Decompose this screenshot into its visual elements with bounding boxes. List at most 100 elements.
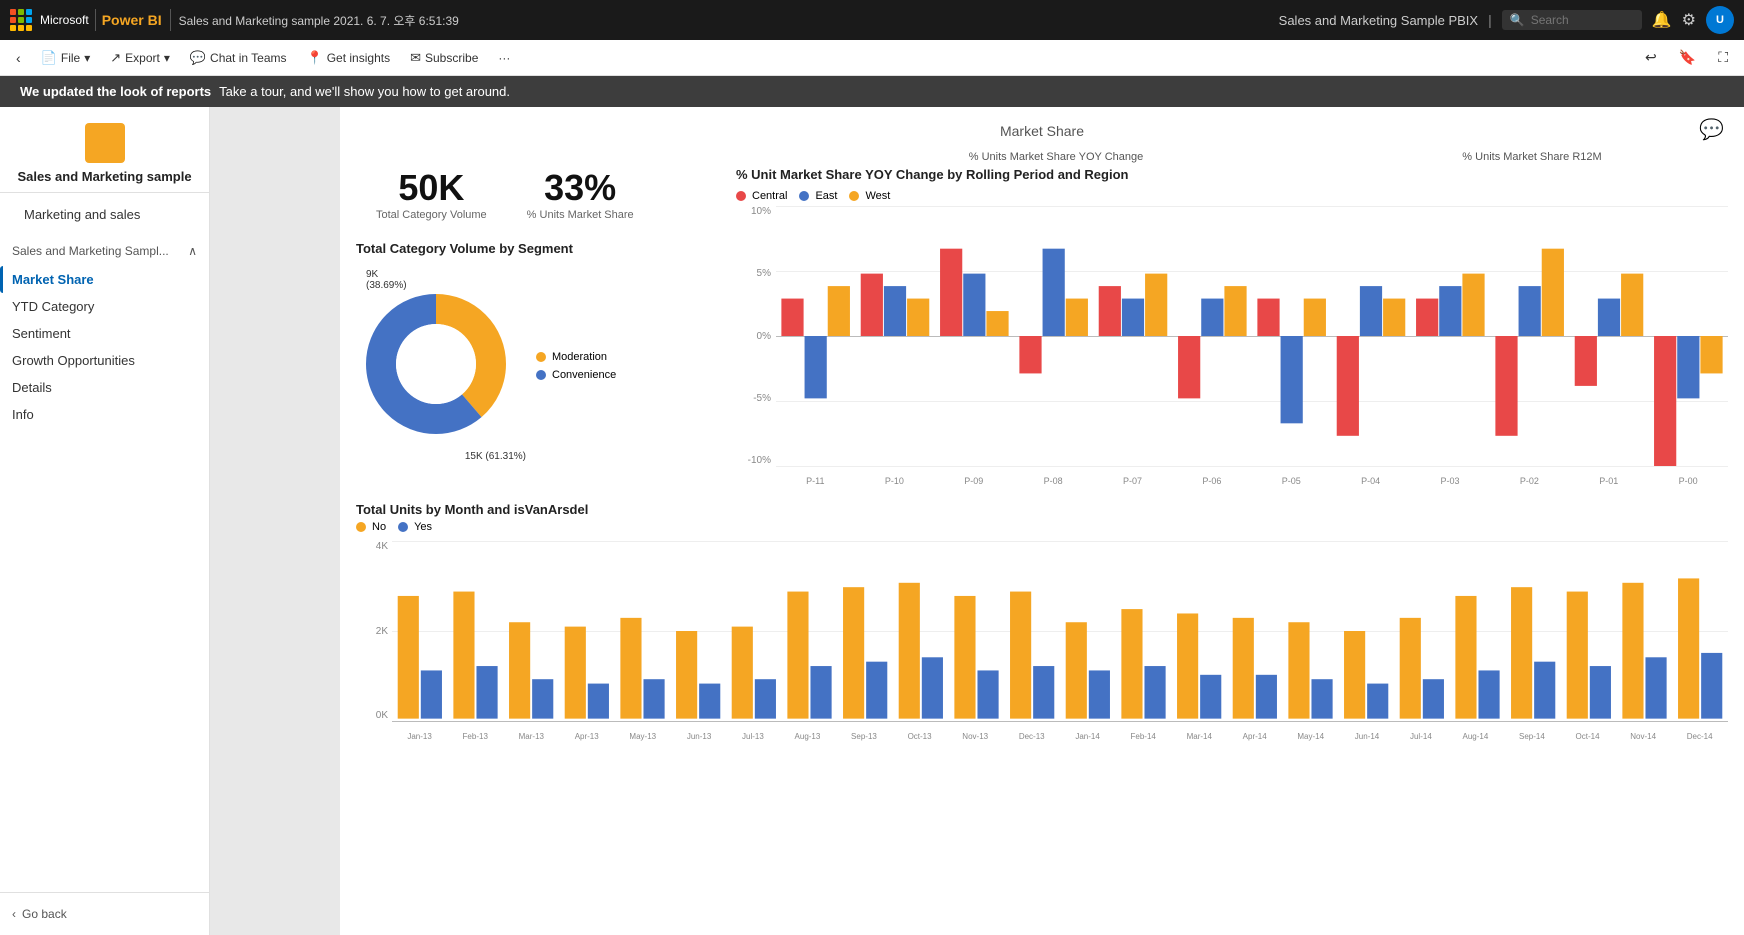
bottom-legend: No Yes <box>356 521 1728 533</box>
legend-label-no: No <box>372 521 386 533</box>
sidebar-group-header[interactable]: Sales and Marketing Sampl... ∧ <box>0 236 209 266</box>
user-avatar[interactable]: U <box>1706 6 1734 34</box>
top-bar: Microsoft Power BI Sales and Marketing s… <box>0 0 1744 40</box>
fullscreen-btn[interactable]: ⛶ <box>1710 45 1736 70</box>
report-title: Market Share <box>356 123 1728 139</box>
report-area: 💬 Market Share % Units Market Share YOY … <box>340 107 1744 935</box>
kpi-label-1: Total Category Volume <box>376 209 487 221</box>
donut-section: Total Category Volume by Segment 9K (38.… <box>356 241 716 467</box>
undo-btn[interactable]: ↩ <box>1637 45 1665 70</box>
file-btn[interactable]: 📄 File ▾ <box>33 46 99 70</box>
sidebar-nav: Market Share YTD Category Sentiment Grow… <box>0 266 209 428</box>
kpi-label-2: % Units Market Share <box>527 209 634 221</box>
toolbar: ‹ 📄 File ▾ ↗ Export ▾ 💬 Chat in Teams 📍 … <box>0 40 1744 76</box>
yoy-header-left: % Units Market Share YOY Change <box>776 151 1336 163</box>
legend-dot-central <box>736 191 746 201</box>
subscribe-btn[interactable]: ✉ Subscribe <box>402 46 486 70</box>
legend-dot-west <box>849 191 859 201</box>
legend-west: West <box>849 190 890 202</box>
bottom-chart-container: 4K 2K 0K Jan-13 Feb-13 <box>356 541 1728 741</box>
legend-dot-yes <box>398 522 408 532</box>
legend-label-moderation: Moderation <box>552 351 607 363</box>
kpi-value-1: 50K <box>376 167 487 209</box>
banner-bold: We updated the look of reports <box>20 84 211 99</box>
bottom-chart-title: Total Units by Month and isVanArsdel <box>356 502 1728 517</box>
legend-convenience: Convenience <box>536 369 616 381</box>
bottom-x-labels: Jan-13 Feb-13 Mar-13 Apr-13 May-13 Jun-1… <box>392 732 1728 741</box>
bottom-bars-svg <box>392 541 1728 721</box>
donut-label-bottom: 15K (61.31%) <box>465 451 526 462</box>
legend-label-central: Central <box>752 190 787 202</box>
legend-label-yes: Yes <box>414 521 432 533</box>
donut-chart-wrapper: 9K (38.69%) 15K (61.31%) <box>356 284 516 447</box>
sidebar-item-sentiment[interactable]: Sentiment <box>0 320 209 347</box>
teams-icon: 💬 <box>190 50 206 66</box>
kpi-row: 50K Total Category Volume 33% % Units Ma… <box>356 167 716 221</box>
upper-section: 50K Total Category Volume 33% % Units Ma… <box>356 167 1728 486</box>
export-icon: ↗ <box>110 50 121 66</box>
sidebar-bottom: ‹ Go back <box>0 892 209 935</box>
search-input[interactable] <box>1531 13 1631 27</box>
legend-label-west: West <box>865 190 890 202</box>
grid-line-n10 <box>776 466 1728 467</box>
settings-icon[interactable]: ⚙ <box>1682 10 1696 30</box>
report-title2: Sales and Marketing Sample PBIX <box>1279 13 1478 28</box>
chat-teams-btn[interactable]: 💬 Chat in Teams <box>182 46 295 70</box>
left-panel: 50K Total Category Volume 33% % Units Ma… <box>356 167 716 486</box>
bell-icon[interactable]: 🔔 <box>1652 10 1672 30</box>
bottom-grid-0k <box>392 721 1728 722</box>
sidebar-header: Sales and Marketing sample <box>0 107 209 193</box>
legend-central: Central <box>736 190 787 202</box>
toolbar-right: ↩ 🔖 ⛶ <box>1637 45 1736 70</box>
yoy-chart-container: 10% 5% 0% -5% -10% <box>736 206 1728 486</box>
yoy-bars-svg <box>776 206 1728 466</box>
sidebar-item-ytd-category[interactable]: YTD Category <box>0 293 209 320</box>
kpi-value-2: 33% <box>527 167 634 209</box>
legend-yes: Yes <box>398 521 432 533</box>
donut-legend: Moderation Convenience <box>536 351 616 381</box>
sidebar-item-growth-opportunities[interactable]: Growth Opportunities <box>0 347 209 374</box>
report-date-title: Sales and Marketing sample 2021. 6. 7. 오… <box>179 12 459 29</box>
update-banner: We updated the look of reports Take a to… <box>0 76 1744 107</box>
go-back-icon: ‹ <box>12 907 16 921</box>
donut-label-top: 9K (38.69%) <box>366 269 407 291</box>
donut-title: Total Category Volume by Segment <box>356 241 716 256</box>
yoy-chart-title: % Unit Market Share YOY Change by Rollin… <box>736 167 1728 182</box>
more-btn[interactable]: ··· <box>490 47 518 69</box>
chevron-icon: ∧ <box>188 244 197 258</box>
back-btn[interactable]: ‹ <box>8 46 29 70</box>
subscribe-icon: ✉ <box>410 50 421 66</box>
top-bar-right: Sales and Marketing Sample PBIX | 🔍 🔔 ⚙ … <box>1279 6 1734 34</box>
sidebar-item-market-share[interactable]: Market Share <box>0 266 209 293</box>
legend-dot-east <box>799 191 809 201</box>
yoy-y-labels: 10% 5% 0% -5% -10% <box>736 206 771 466</box>
search-box[interactable]: 🔍 <box>1502 10 1642 30</box>
bookmark-btn[interactable]: 🔖 <box>1671 45 1704 70</box>
app-grid-icon[interactable] <box>10 9 32 31</box>
microsoft-logo: Microsoft Power BI <box>40 9 162 31</box>
sidebar-item-marketing-sales[interactable]: Marketing and sales <box>12 201 197 228</box>
go-back-btn[interactable]: ‹ Go back <box>12 901 197 927</box>
sidebar-item-details[interactable]: Details <box>0 374 209 401</box>
kpi-market-share: 33% % Units Market Share <box>527 167 634 221</box>
legend-dot-convenience <box>536 370 546 380</box>
legend-label-convenience: Convenience <box>552 369 616 381</box>
yoy-legend: Central East West <box>736 190 1728 202</box>
legend-east: East <box>799 190 837 202</box>
bottom-chart-section: Total Units by Month and isVanArsdel No … <box>356 502 1728 741</box>
sidebar: Sales and Marketing sample Marketing and… <box>0 107 210 935</box>
sidebar-item-info[interactable]: Info <box>0 401 209 428</box>
legend-dot-moderation <box>536 352 546 362</box>
grey-panel <box>210 107 340 935</box>
insights-icon: 📍 <box>307 50 323 66</box>
bottom-y-labels: 4K 2K 0K <box>356 541 388 721</box>
yoy-x-labels: P-11 P-10 P-09 P-08 P-07 P-06 P-05 P-04 … <box>776 476 1728 486</box>
export-btn[interactable]: ↗ Export ▾ <box>102 46 178 70</box>
legend-no: No <box>356 521 386 533</box>
sidebar-report-title: Sales and Marketing sample <box>17 169 191 184</box>
main-layout: Sales and Marketing sample Marketing and… <box>0 107 1744 935</box>
yoy-headers: % Units Market Share YOY Change % Units … <box>356 151 1728 163</box>
sidebar-report-icon <box>85 123 125 163</box>
insights-btn[interactable]: 📍 Get insights <box>299 46 399 70</box>
comment-icon[interactable]: 💬 <box>1699 117 1724 142</box>
